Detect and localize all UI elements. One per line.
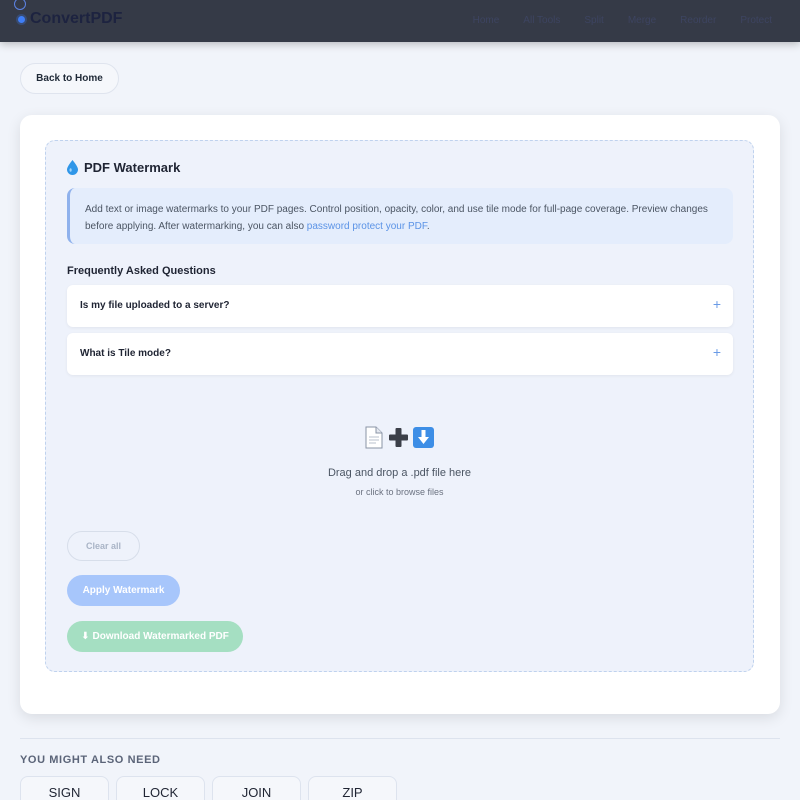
document-icon — [365, 426, 383, 449]
related-tools-list: SIGN LOCK JOIN ZIP — [20, 776, 397, 800]
download-arrow-icon — [413, 427, 434, 448]
tool-card: PDF Watermark Add text or image watermar… — [20, 115, 780, 714]
password-protect-link[interactable]: password protect your PDF — [307, 221, 427, 232]
download-label: Download Watermarked PDF — [92, 631, 229, 642]
faq-question: Is my file uploaded to a server? — [80, 300, 230, 311]
brand-ring-icon — [14, 0, 26, 10]
related-tool-join[interactable]: JOIN — [212, 776, 301, 800]
upload-icons — [362, 426, 435, 449]
nav-link-reorder[interactable]: Reorder — [680, 15, 716, 26]
expand-plus-icon[interactable]: + — [713, 297, 721, 311]
apply-watermark-button[interactable]: Apply Watermark — [67, 575, 180, 606]
brand-logo[interactable]: ConvertPDF — [14, 0, 123, 28]
description-end: . — [426, 221, 430, 232]
related-tool-sign[interactable]: SIGN — [20, 776, 109, 800]
faq-heading: Frequently Asked Questions — [67, 265, 216, 277]
faq-item-server-upload[interactable]: Is my file uploaded to a server? + — [67, 285, 733, 327]
nav-link-protect[interactable]: Protect — [740, 15, 772, 26]
expand-plus-icon[interactable]: + — [713, 345, 721, 359]
page-title: PDF Watermark — [67, 160, 180, 175]
file-dropzone[interactable]: PDF Watermark Add text or image watermar… — [45, 140, 754, 672]
brand-name: ConvertPDF — [30, 10, 123, 27]
related-tools-heading: YOU MIGHT ALSO NEED — [20, 754, 161, 766]
download-watermarked-pdf-button[interactable]: ⬇ Download Watermarked PDF — [67, 621, 243, 652]
faq-item-tile-mode[interactable]: What is Tile mode? + — [67, 333, 733, 375]
top-navbar: ConvertPDF Home All Tools Split Merge Re… — [0, 0, 800, 42]
related-tool-zip[interactable]: ZIP — [308, 776, 397, 800]
section-divider — [20, 738, 780, 739]
droplet-icon — [67, 160, 78, 175]
page-title-text: PDF Watermark — [84, 160, 181, 175]
nav-links: Home All Tools Split Merge Reorder Prote… — [473, 15, 772, 26]
plus-icon — [389, 428, 408, 447]
nav-link-split[interactable]: Split — [584, 15, 603, 26]
drag-drop-text: Drag and drop a .pdf file here — [327, 467, 472, 479]
brand-dot-icon — [18, 15, 25, 23]
download-icon: ⬇ — [81, 631, 90, 642]
nav-link-merge[interactable]: Merge — [628, 15, 656, 26]
tool-description: Add text or image watermarks to your PDF… — [67, 188, 733, 244]
clear-all-button[interactable]: Clear all — [67, 531, 140, 561]
nav-link-home[interactable]: Home — [473, 15, 500, 26]
browse-files-text[interactable]: or click to browse files — [46, 487, 753, 497]
nav-link-all-tools[interactable]: All Tools — [523, 15, 560, 26]
related-tool-lock[interactable]: LOCK — [116, 776, 205, 800]
back-to-home-button[interactable]: Back to Home — [20, 63, 119, 94]
faq-question: What is Tile mode? — [80, 348, 171, 359]
